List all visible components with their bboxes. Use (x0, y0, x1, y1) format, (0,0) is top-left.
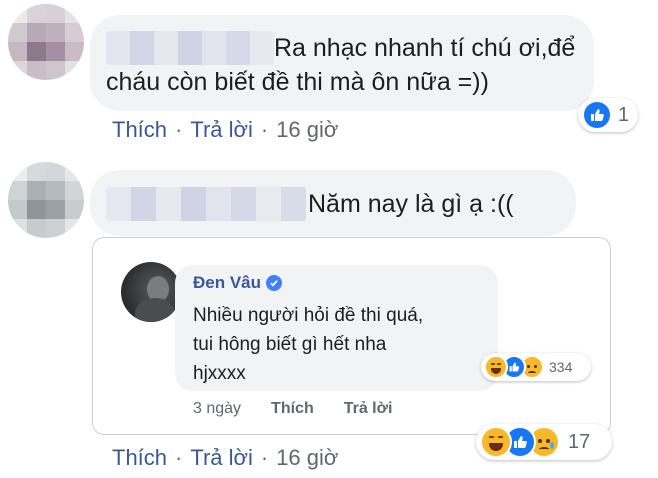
reply-bubble: Đen Vâu Nhiều người hỏi đề thi quá, tui … (175, 265, 498, 391)
commenter-avatar[interactable] (8, 4, 84, 80)
separator-dot: · (260, 117, 269, 142)
reaction-summary[interactable]: 17 (476, 424, 612, 460)
reply-text-line: hjxxxx (193, 363, 246, 384)
comment-text-line: Ra nhạc nhanh tí chú ơi,để (274, 34, 576, 62)
reply-author-avatar[interactable] (121, 262, 181, 322)
separator-dot: · (260, 445, 269, 470)
reply-like-link[interactable]: Thích (271, 400, 314, 418)
reply-text-line: tui hông biết gì hết nha (193, 334, 387, 355)
reaction-count: 17 (568, 430, 591, 453)
comment-actions: Thích · Trả lời · 16 giờ (112, 445, 338, 471)
reply-actions: 3 ngày Thích Trả lời (193, 400, 422, 418)
reply-reaction-summary[interactable]: 334 (481, 353, 591, 381)
reply-link[interactable]: Trả lời (190, 117, 253, 143)
haha-icon (484, 355, 508, 379)
haha-icon (480, 426, 512, 458)
comment-bubble: Năm nay là gì ạ :(( (90, 170, 576, 236)
reaction-summary[interactable]: 1 (578, 98, 638, 132)
reply-link[interactable]: Trả lời (190, 445, 253, 471)
reply-thread: Đen Vâu Nhiều người hỏi đề thi quá, tui … (92, 237, 611, 435)
reaction-count: 334 (549, 359, 573, 375)
commenter-name[interactable] (106, 31, 274, 65)
reply-timestamp[interactable]: 3 ngày (193, 400, 241, 418)
comment-actions: Thích · Trả lời · 16 giờ (112, 117, 338, 143)
like-link[interactable]: Thích (112, 445, 167, 471)
reply-author-name[interactable]: Đen Vâu (193, 273, 283, 293)
like-icon (582, 100, 612, 130)
comment-bubble: Ra nhạc nhanh tí chú ơi,để cháu còn biết… (90, 15, 594, 111)
reaction-count: 1 (618, 103, 630, 126)
reply-reply-link[interactable]: Trả lời (344, 400, 393, 418)
reply-text: Nhiều người hỏi đề thi quá, tui hông biế… (193, 301, 423, 388)
timestamp[interactable]: 16 giờ (276, 117, 338, 143)
timestamp[interactable]: 16 giờ (276, 445, 338, 471)
verified-badge-icon (266, 275, 283, 291)
commenter-name[interactable] (106, 187, 306, 221)
like-link[interactable]: Thích (112, 117, 167, 143)
commenter-avatar[interactable] (8, 162, 84, 238)
reply-text-line: Nhiều người hỏi đề thi quá, (193, 305, 424, 326)
separator-dot: · (175, 445, 183, 470)
comment-text-line: cháu còn biết đề thi mà ôn nữa =)) (106, 68, 489, 96)
separator-dot: · (175, 117, 183, 142)
reply-author-label: Đen Vâu (193, 273, 262, 292)
comment-text-line: Năm nay là gì ạ :(( (308, 190, 514, 218)
